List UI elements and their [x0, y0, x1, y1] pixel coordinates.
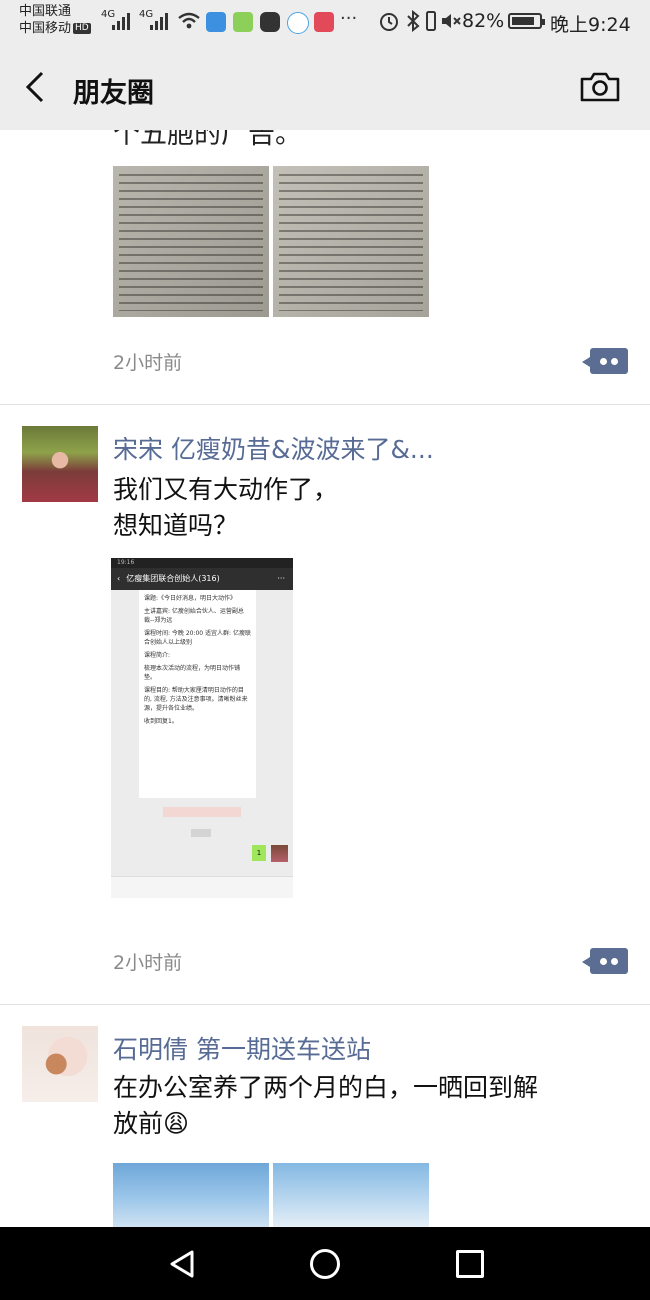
system-nav-bar: [0, 1227, 650, 1300]
screenshot-avatar: [271, 845, 288, 862]
clock: 晚上9:24: [550, 14, 631, 36]
screenshot-reply-bubble: 1: [252, 845, 266, 861]
battery-percent: 82%: [462, 10, 505, 32]
comment-button[interactable]: [582, 348, 628, 374]
post-screenshot-image[interactable]: 19:16 ‹ 亿瘦集团联合创始人(316) ··· 课题:《今日好消息，明日大动作…: [111, 558, 293, 898]
avatar[interactable]: [22, 426, 98, 502]
more-notifications-icon: ···: [340, 8, 358, 29]
carrier-info: 中国联通 中国移动 HD: [19, 3, 91, 37]
post-text-line: 想知道吗？: [113, 511, 239, 540]
post-photo[interactable]: [273, 1163, 429, 1227]
screenshot-status: 19:16: [111, 558, 293, 568]
post-photo[interactable]: [113, 166, 269, 317]
video-app-icon: [287, 12, 309, 34]
nav-back-icon[interactable]: [167, 1249, 197, 1279]
screenshot-message-card: 课题:《今日好消息，明日大动作》 主讲嘉宾: 亿瘦创始合伙人、运营副总裁--郑为…: [139, 590, 256, 798]
post-text-line: 放前😩: [113, 1109, 190, 1138]
mute-icon: [442, 14, 461, 28]
signal-bars-icon: [150, 12, 170, 30]
post-text: 在办公室养了两个月的白，一晒回到解 放前😩: [113, 1070, 618, 1142]
moments-feed[interactable]: 个五胞的厂告。 2小时前 宋宋 亿瘦奶昔&波波来了&... 我们又有大动作了， …: [0, 130, 650, 1227]
post-time: 2小时前: [113, 952, 183, 974]
header-bar: 朋友圈: [0, 44, 650, 130]
bluetooth-icon: [407, 10, 420, 32]
vibrate-icon: [426, 11, 436, 31]
post-divider: [0, 1004, 650, 1005]
screenshot-group-title: 亿瘦集团联合创始人(316): [126, 574, 220, 583]
carrier-1: 中国联通: [19, 4, 72, 19]
screenshot-header: ‹ 亿瘦集团联合创始人(316) ···: [111, 568, 293, 590]
alarm-icon: [380, 13, 398, 31]
post-text: 我们又有大动作了， 想知道吗？: [113, 472, 338, 544]
carrier-2: 中国移动: [19, 21, 72, 36]
avatar[interactable]: [22, 1026, 98, 1102]
post-time: 2小时前: [113, 352, 183, 374]
signal-bars-icon: [112, 12, 132, 30]
screenshot-time: [191, 829, 211, 837]
post-photo[interactable]: [273, 166, 429, 317]
shield-app-icon: [206, 12, 226, 32]
notes-app-icon: [233, 12, 253, 32]
post-text-line: 在办公室养了两个月的白，一晒回到解: [113, 1073, 539, 1102]
status-bar: 中国联通 中国移动 HD 4G 4G ··· 82% 晚上9:24: [0, 0, 650, 44]
screenshot-link: [163, 807, 241, 817]
wifi-icon: [178, 12, 200, 29]
back-arrow-icon[interactable]: [22, 70, 50, 104]
nav-home-icon[interactable]: [310, 1249, 340, 1279]
battery-icon: [508, 13, 545, 29]
screenshot-input-bar: [111, 876, 293, 898]
post-text-line: 我们又有大动作了，: [113, 475, 339, 504]
post-photo[interactable]: [113, 1163, 269, 1227]
post-text-truncated: 个五胞的厂告。: [113, 130, 302, 150]
camera-app-icon: [260, 12, 280, 32]
comment-button[interactable]: [582, 948, 628, 974]
huawei-app-icon: [314, 12, 334, 32]
author-name[interactable]: 石明倩 第一期送车送站: [113, 1030, 371, 1066]
post-divider: [0, 404, 650, 405]
hd-badge: HD: [73, 23, 91, 34]
camera-icon[interactable]: [578, 70, 622, 104]
nav-recents-icon[interactable]: [456, 1250, 484, 1278]
screenshot-nav-bar: [111, 898, 293, 918]
page-title: 朋友圈: [73, 78, 154, 109]
author-name[interactable]: 宋宋 亿瘦奶昔&波波来了&...: [113, 430, 434, 466]
